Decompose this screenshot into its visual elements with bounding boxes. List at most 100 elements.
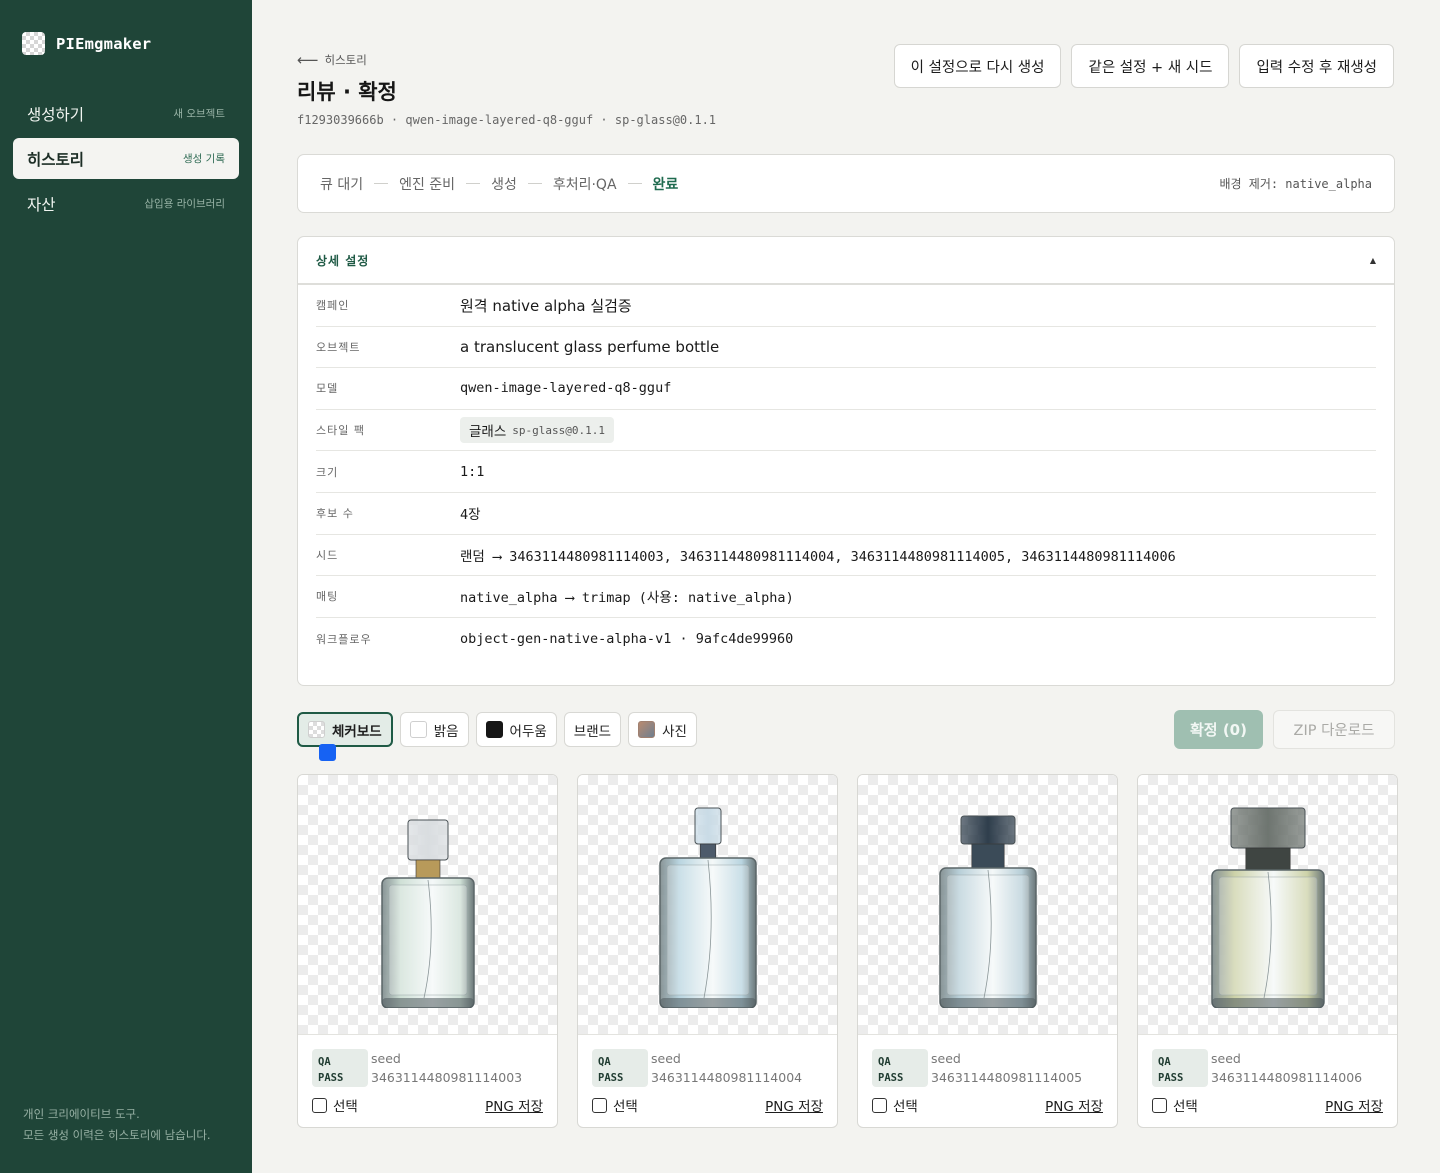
detail-value: object-gen-native-alpha-v1 · 9afc4de9996… <box>460 630 794 647</box>
seed-info: seed 3463114480981114003 <box>371 1049 522 1087</box>
png-save-link[interactable]: PNG 저장 <box>1045 1095 1103 1115</box>
detail-value: native_alpha ⟶ trimap (사용: native_alpha) <box>460 590 794 607</box>
bg-label: 브랜드 <box>573 723 612 740</box>
sidebar-item-create[interactable]: 생성하기 새 오브젝트 <box>13 93 239 134</box>
qa-label: QA <box>598 1056 611 1068</box>
bg-checkerboard-button[interactable]: 체커보드 <box>297 712 393 747</box>
select-label: 선택 <box>333 1099 358 1115</box>
sidebar-item-hint: 생성 기록 <box>183 153 225 165</box>
result-info: QA PASS seed 3463114480981114003 <box>312 1049 522 1087</box>
png-save-link[interactable]: PNG 저장 <box>485 1095 543 1115</box>
checkbox-icon[interactable] <box>1152 1097 1167 1113</box>
back-link[interactable]: ⟵ 히스토리 <box>297 51 367 69</box>
result-footer: 선택 PNG 저장 <box>1152 1095 1383 1115</box>
details-rows: 캠페인 원격 native alpha 실검증 오브젝트 a transluce… <box>298 285 1394 659</box>
style-pack-name: 글래스 <box>469 424 507 441</box>
bg-brand-button[interactable]: 브랜드 <box>319 712 622 761</box>
result-card[interactable]: QA PASS seed 3463114480981114005 선택 PNG … <box>857 774 1118 1128</box>
dark-swatch-icon <box>485 721 503 738</box>
qa-status: PASS <box>1158 1072 1184 1084</box>
checkbox-icon[interactable] <box>872 1097 887 1113</box>
detail-row-model: 모델 qwen-image-layered-q8-gguf <box>316 368 1376 410</box>
sidebar-item-history[interactable]: 히스토리 생성 기록 <box>13 138 239 179</box>
select-checkbox[interactable]: 선택 <box>312 1095 358 1115</box>
brand[interactable]: PIEmgmaker <box>22 32 151 55</box>
seed-value: 3463114480981114004 <box>651 1070 803 1085</box>
back-label: 히스토리 <box>324 53 367 67</box>
result-footer: 선택 PNG 저장 <box>312 1095 543 1115</box>
select-checkbox[interactable]: 선택 <box>592 1095 638 1115</box>
seed-label: seed <box>651 1051 681 1066</box>
detail-row-seeds: 시드 랜덤 ⟶ 3463114480981114003, 34631144809… <box>316 535 1376 577</box>
qa-badge: QA PASS <box>592 1049 648 1087</box>
result-card[interactable]: QA PASS seed 3463114480981114003 선택 PNG … <box>297 774 558 1128</box>
sidebar-nav: 생성하기 새 오브젝트 히스토리 생성 기록 자산 삽입용 라이브러리 <box>13 93 239 228</box>
qa-status: PASS <box>598 1072 624 1084</box>
png-save-link[interactable]: PNG 저장 <box>765 1095 823 1115</box>
step-separator <box>627 183 642 184</box>
detail-row-matting: 매팅 native_alpha ⟶ trimap (사용: native_alp… <box>316 576 1376 618</box>
photo-swatch-icon <box>638 721 656 738</box>
checkbox-icon[interactable] <box>592 1097 607 1113</box>
result-grid: QA PASS seed 3463114480981114003 선택 PNG … <box>297 774 1398 1128</box>
zip-download-button[interactable]: ZIP 다운로드 <box>1273 710 1395 749</box>
logo-icon <box>22 32 45 55</box>
select-checkbox[interactable]: 선택 <box>872 1095 918 1115</box>
seed-info: seed 3463114480981114006 <box>1211 1049 1362 1087</box>
detail-value: 랜덤 ⟶ 3463114480981114003, 34631144809811… <box>460 548 1176 565</box>
result-preview <box>1138 775 1397 1035</box>
select-label: 선택 <box>893 1099 918 1115</box>
qa-badge: QA PASS <box>872 1049 928 1087</box>
detail-key: 캠페인 <box>316 299 350 313</box>
back-arrow-icon: ⟵ <box>297 51 319 69</box>
new-seed-button[interactable]: 같은 설정 + 새 시드 <box>1071 44 1230 88</box>
edit-regenerate-button[interactable]: 입력 수정 후 재생성 <box>1239 44 1394 88</box>
qa-label: QA <box>318 1056 331 1068</box>
checkbox-icon[interactable] <box>312 1097 327 1113</box>
result-preview <box>858 775 1117 1035</box>
regenerate-same-button[interactable]: 이 설정으로 다시 생성 <box>893 44 1062 88</box>
confirm-button[interactable]: 확정 (0) <box>1174 710 1263 749</box>
result-info: QA PASS seed 3463114480981114006 <box>1152 1049 1362 1087</box>
select-checkbox[interactable]: 선택 <box>1152 1095 1198 1115</box>
bg-dark-button[interactable]: 어두움 <box>475 712 557 747</box>
step-done: 완료 <box>652 176 679 193</box>
qa-badge: QA PASS <box>312 1049 368 1087</box>
detail-row-object: 오브젝트 a translucent glass perfume bottle <box>316 327 1376 369</box>
result-preview <box>298 775 557 1035</box>
step-postprocess: 후처리·QA <box>552 176 617 193</box>
caret-up-icon: ▲ <box>1369 255 1376 265</box>
details-title: 상세 설정 <box>316 253 370 268</box>
bg-label: 체커보드 <box>332 723 382 740</box>
sidebar-item-hint: 새 오브젝트 <box>173 108 225 120</box>
perfume-bottle-image <box>1210 807 1325 1008</box>
light-swatch-icon <box>409 721 427 738</box>
bg-removal-info: 배경 제거: native_alpha <box>1219 177 1372 191</box>
bg-label: 어두움 <box>509 723 547 740</box>
result-card[interactable]: QA PASS seed 3463114480981114006 선택 PNG … <box>1137 774 1398 1128</box>
seed-label: seed <box>371 1051 401 1066</box>
detail-key: 시드 <box>316 548 339 562</box>
bg-label: 사진 <box>662 723 687 740</box>
detail-value: 4장 <box>460 507 481 524</box>
qa-label: QA <box>1158 1056 1171 1068</box>
bg-light-button[interactable]: 밝음 <box>399 712 469 747</box>
png-save-link[interactable]: PNG 저장 <box>1325 1095 1383 1115</box>
detail-value: qwen-image-layered-q8-gguf <box>460 380 672 397</box>
qa-status: PASS <box>318 1072 344 1084</box>
bg-label: 밝음 <box>433 723 459 740</box>
detail-row-campaign: 캠페인 원격 native alpha 실검증 <box>316 285 1376 327</box>
bg-photo-button[interactable]: 사진 <box>628 712 697 747</box>
sidebar: PIEmgmaker 생성하기 새 오브젝트 히스토리 생성 기록 자산 삽입용… <box>0 0 252 1173</box>
footer-line: 모든 생성 이력은 히스토리에 남습니다. <box>23 1128 211 1142</box>
sidebar-item-assets[interactable]: 자산 삽입용 라이브러리 <box>13 183 239 224</box>
result-card[interactable]: QA PASS seed 3463114480981114004 선택 PNG … <box>577 774 838 1128</box>
detail-row-workflow: 워크플로우 object-gen-native-alpha-v1 · 9afc4… <box>316 618 1376 660</box>
style-pack-version: sp-glass@0.1.1 <box>512 423 605 437</box>
detail-key: 후보 수 <box>316 507 354 521</box>
detail-key: 크기 <box>316 465 339 479</box>
checkerboard-swatch-icon <box>308 721 325 738</box>
sidebar-item-label: 생성하기 <box>27 105 85 124</box>
details-toggle[interactable]: 상세 설정 ▲ <box>298 237 1394 285</box>
top-actions: 이 설정으로 다시 생성 같은 설정 + 새 시드 입력 수정 후 재생성 <box>893 44 1394 88</box>
